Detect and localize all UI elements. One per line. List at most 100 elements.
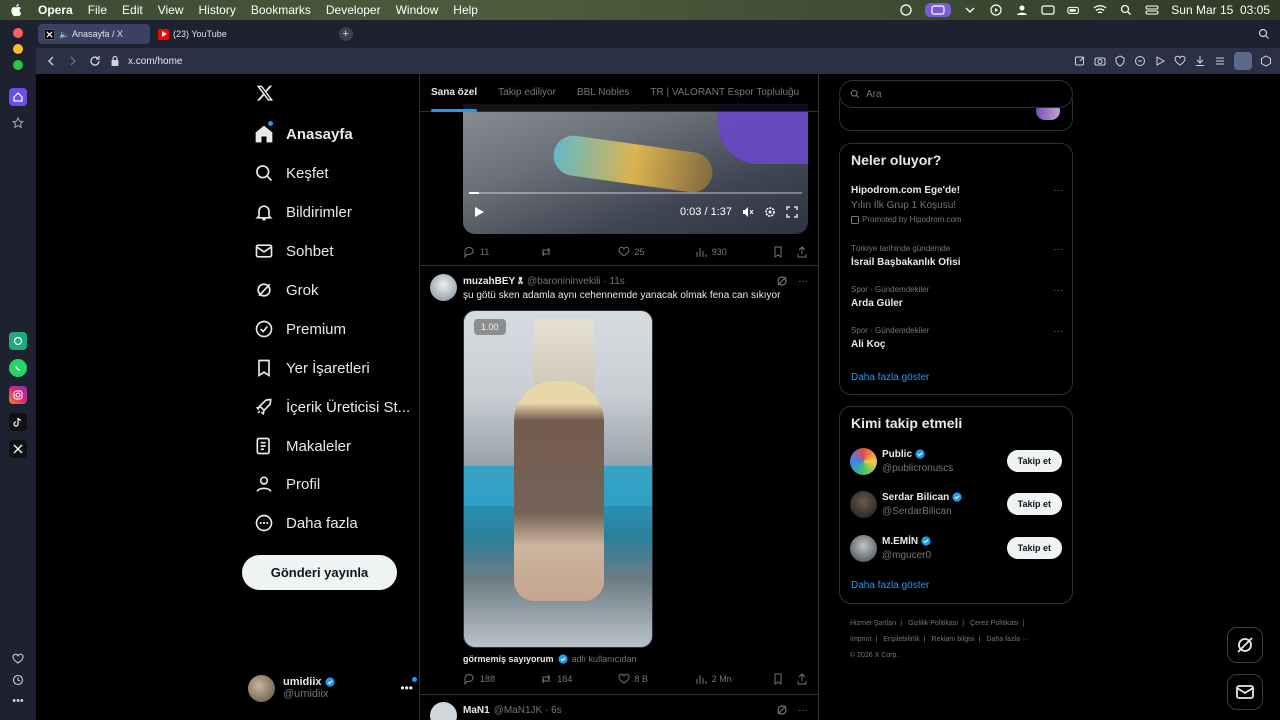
tab-search-icon[interactable] (1258, 28, 1270, 40)
mute-icon[interactable] (742, 206, 754, 218)
post-time[interactable]: · 11s (603, 276, 625, 287)
post-more-icon[interactable]: ··· (798, 705, 808, 716)
play-circle-icon[interactable] (989, 4, 1003, 16)
back-icon[interactable] (44, 54, 58, 68)
repost-button[interactable]: 184 (540, 673, 617, 685)
like-button[interactable]: 25 (618, 246, 695, 258)
author-name[interactable]: muzahBEY 🕱 (463, 276, 523, 287)
clock[interactable]: Sun Mar 15 03:05 (1171, 3, 1270, 17)
trend-more-icon[interactable]: ··· (1053, 244, 1063, 255)
nav-grok[interactable]: Grok (254, 280, 319, 300)
footer-link[interactable]: Imprint (850, 636, 871, 643)
follow-button[interactable]: Takip et (1006, 493, 1062, 515)
trend-item[interactable]: Spor · Gündemdekiler Ali Koç ··· (851, 326, 1063, 350)
camera-icon[interactable] (1094, 55, 1106, 67)
grok-icon[interactable] (776, 704, 788, 716)
follow-suggestion[interactable]: Public @publicronuscs Takip et (850, 446, 1062, 476)
wifi-icon[interactable] (1093, 4, 1107, 16)
x-logo-icon[interactable] (256, 84, 274, 102)
forward-icon[interactable] (66, 54, 80, 68)
footer-link[interactable]: Reklam bilgisi (932, 636, 975, 643)
nav-home[interactable]: Anasayfa (254, 121, 353, 144)
minimize-window-button[interactable] (13, 44, 23, 54)
footer-link[interactable]: Çerez Politikası (970, 620, 1019, 627)
bookmark-icon[interactable] (772, 673, 784, 685)
screen-record-icon[interactable] (925, 3, 952, 17)
avatar[interactable] (430, 274, 457, 301)
battery-icon[interactable] (1067, 4, 1081, 16)
share-icon[interactable] (796, 673, 808, 685)
post-video[interactable]: 0:03 / 1:37 (463, 104, 808, 234)
cube-icon[interactable] (1260, 55, 1272, 67)
x-sidebar-icon[interactable] (9, 440, 27, 458)
display-icon[interactable] (1041, 4, 1055, 16)
trend-item[interactable]: Türkiye tarihinde gündemde İsrail Başbak… (851, 244, 1063, 268)
video-progress-bar[interactable] (469, 192, 802, 194)
trend-more-icon[interactable]: ··· (1053, 185, 1063, 196)
control-center-icon[interactable] (1145, 4, 1159, 16)
reply-button[interactable]: 188 (463, 673, 540, 685)
profile-avatar[interactable] (1234, 52, 1252, 70)
trends-show-more-link[interactable]: Daha fazla göster (851, 372, 929, 383)
nav-creator-studio[interactable]: İçerik Üreticisi St... (254, 397, 410, 417)
user-icon[interactable] (1015, 4, 1029, 16)
bookmark-heart-icon[interactable] (1174, 55, 1186, 67)
grok-fab-button[interactable] (1227, 627, 1263, 663)
url-field[interactable]: x.com/home (128, 56, 182, 67)
footer-link[interactable]: Gizlilik Politikası (908, 620, 958, 627)
nav-explore[interactable]: Keşfet (254, 163, 329, 183)
author-handle[interactable]: @baronininvekili (527, 276, 601, 287)
tab-youtube[interactable]: (23) YouTube (152, 24, 233, 44)
tiktok-icon[interactable] (9, 413, 27, 431)
views-button[interactable]: 2 Mn (695, 673, 772, 685)
nav-more[interactable]: Daha fazla (254, 513, 358, 533)
follow-suggestion[interactable]: M.EMİN @mgucer0 Takip et (850, 533, 1062, 563)
follow-button[interactable]: Takip et (1006, 537, 1062, 559)
grok-icon[interactable] (776, 275, 788, 287)
home-icon[interactable] (9, 88, 27, 106)
menu-history[interactable]: History (199, 3, 236, 17)
nav-premium[interactable]: Premium (254, 319, 346, 339)
zoom-window-button[interactable] (13, 60, 23, 70)
menu-developer[interactable]: Developer (326, 3, 381, 17)
menu-help[interactable]: Help (453, 3, 478, 17)
fullscreen-icon[interactable] (786, 206, 798, 218)
post-time[interactable]: · 6s (545, 705, 562, 716)
messages-fab-button[interactable] (1227, 674, 1263, 710)
close-window-button[interactable] (13, 28, 23, 38)
menu-window[interactable]: Window (396, 3, 439, 17)
menu-edit[interactable]: Edit (122, 3, 143, 17)
reply-button[interactable]: 11 (463, 246, 540, 258)
chatgpt-icon[interactable] (9, 332, 27, 350)
follow-show-more-link[interactable]: Daha fazla göster (851, 580, 929, 591)
lock-icon[interactable] (110, 54, 120, 68)
vpn-icon[interactable] (899, 4, 913, 16)
repost-button[interactable] (540, 246, 617, 258)
tab-for-you[interactable]: Sana özel (431, 74, 478, 112)
shield-icon[interactable] (1114, 55, 1126, 67)
play-icon[interactable] (473, 206, 485, 218)
footer-link[interactable]: Daha fazla ··· (987, 636, 1029, 643)
share-icon[interactable] (796, 246, 808, 258)
player-icon[interactable] (1154, 55, 1166, 67)
easy-setup-icon[interactable] (1214, 55, 1226, 67)
menu-view[interactable]: View (158, 3, 184, 17)
video-attribution[interactable]: görmemiş sayıyorum adlı kullanıcıdan (463, 654, 637, 664)
nav-chat[interactable]: Sohbet (254, 241, 334, 261)
author-name[interactable]: MaN1 (463, 705, 490, 716)
tab-bbl-nobles[interactable]: BBL Nobles (577, 74, 629, 112)
post-video[interactable]: 1.00 (463, 310, 653, 648)
nav-articles[interactable]: Makaleler (254, 436, 351, 456)
speaker-icon[interactable]: 🔈 (59, 30, 69, 39)
star-icon[interactable] (9, 114, 27, 132)
author-handle[interactable]: @MaN1JK (494, 705, 543, 716)
new-tab-button[interactable]: + (338, 27, 353, 41)
follow-button[interactable]: Takip et (1006, 450, 1062, 472)
nav-notifications[interactable]: Bildirimler (254, 202, 352, 222)
download-icon[interactable] (1194, 55, 1206, 67)
footer-link[interactable]: Hizmet Şartları (850, 620, 896, 627)
tab-x-home[interactable]: 🔈 Anasayfa / X (38, 24, 150, 44)
bookmark-icon[interactable] (772, 246, 784, 258)
trend-more-icon[interactable]: ··· (1053, 285, 1063, 296)
nav-bookmarks[interactable]: Yer İşaretleri (254, 358, 370, 378)
